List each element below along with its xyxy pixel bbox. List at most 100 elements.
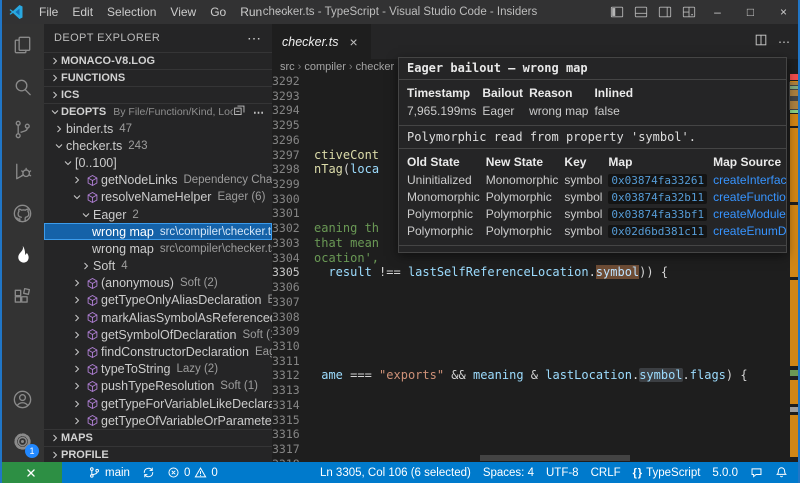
tree-item-gettypeforvariablelikedeclaration[interactable]: getTypeForVariableLikeDeclaration... [44,395,272,412]
line-number: 3293 [272,89,314,104]
tree-item-binder-ts[interactable]: binder.ts47 [44,120,272,137]
tree-item-label: pushTypeResolution [101,379,214,393]
editor-more-actions-icon[interactable]: ⋯ [778,35,790,49]
eol-status[interactable]: CRLF [585,462,627,483]
tree-item-soft[interactable]: Soft4 [44,258,272,275]
map-source-link[interactable]: createFunctionDeclaration [713,190,787,204]
token: result [328,265,371,279]
tab-close-icon[interactable]: × [347,34,361,50]
toggle-panel-icon[interactable] [629,0,653,24]
line-number: 3292 [272,74,314,89]
tree-item-label: wrong map [92,242,154,256]
search-icon[interactable] [0,66,44,108]
map-address[interactable]: 0x03874fa33bf1 [608,208,707,221]
tab-checker-ts[interactable]: checker.ts × [272,24,371,59]
explorer-icon[interactable] [0,24,44,66]
collapse-all-icon[interactable] [233,104,246,120]
tree-item-wrong-map[interactable]: wrong mapsrc\compiler\checker.ts:348... [44,240,272,257]
horizontal-scrollbar[interactable] [480,455,630,461]
peek-maps-link[interactable]: Peek maps [407,251,467,253]
extensions-icon[interactable] [0,276,44,318]
cursor-position-status[interactable]: Ln 3305, Col 106 (6 selected) [314,462,477,483]
tree-item-label: Soft [93,259,115,273]
remote-indicator[interactable] [0,462,62,483]
tree-item-anonymous[interactable]: (anonymous)Soft (2) [44,275,272,292]
deopt-explorer-icon[interactable] [0,234,44,276]
problems-status[interactable]: 0 0 [161,462,224,483]
tree-item-getnodelinks[interactable]: getNodeLinksDependency Change (1) [44,172,272,189]
menu-go[interactable]: Go [203,0,233,24]
map-source-link[interactable]: createEnumDeclaration [713,224,787,238]
tree-item-0-100[interactable]: [0..100] [44,154,272,171]
map-address[interactable]: 0x03874fa32b11 [608,191,707,204]
tree-item-markaliassymbolasreferenced[interactable]: markAliasSymbolAsReferencedEage... [44,309,272,326]
section-profile[interactable]: PROFILE [44,446,272,462]
tree-item-pushtyperesolution[interactable]: pushTypeResolutionSoft (1) [44,378,272,395]
accounts-icon[interactable] [0,378,44,420]
tab-label: checker.ts [282,35,339,49]
breadcrumb-item-checker[interactable]: checker [356,61,395,73]
menu-edit[interactable]: Edit [65,0,100,24]
tree-item-checker-ts[interactable]: checker.ts243 [44,137,272,154]
menu-selection[interactable]: Selection [100,0,163,24]
tree-item-gettypeofvariableorparameterorpr[interactable]: getTypeOfVariableOrParameterOrPr... [44,412,272,429]
line-number: 3300 [272,192,314,207]
source-control-icon[interactable] [0,108,44,150]
section-more-actions-icon[interactable]: ⋯ [253,106,264,119]
tree-item-wrong-map[interactable]: wrong mapsrc\compiler\checker.ts:330... [44,223,272,240]
language-status[interactable]: { } TypeScript [627,462,707,483]
tree-item-gettypeonlyaliasdeclaration[interactable]: getTypeOnlyAliasDeclarationEager (1) [44,292,272,309]
line-number: 3302 [272,221,314,236]
sidebar-more-actions-icon[interactable]: ⋯ [247,30,262,47]
toggle-secondary-sidebar-icon[interactable] [653,0,677,24]
breadcrumb-item-src[interactable]: src [280,61,295,73]
sync-status[interactable] [136,462,161,483]
settings-icon[interactable]: 1 [0,420,44,462]
menu-view[interactable]: View [163,0,203,24]
tree-item-getsymbolofdeclaration[interactable]: getSymbolOfDeclarationSoft (1) [44,326,272,343]
section-deopts[interactable]: DEOPTSBy File/Function/Kind, Location⋯ [44,103,272,120]
tree-item-label: checker.ts [66,139,122,153]
tree-item-findconstructordeclaration[interactable]: findConstructorDeclarationEager (1) [44,343,272,360]
minimize-button[interactable]: – [701,0,734,24]
map-address[interactable]: 0x02d6bd381c11 [608,225,707,238]
symbol-cube-icon [84,380,101,393]
line-number: 3310 [272,339,314,354]
section-monaco-v8-log[interactable]: MONACO-V8.LOG [44,52,272,69]
section-maps[interactable]: MAPS [44,429,272,446]
chevron-right-icon [70,294,84,306]
table-cell: symbol [564,189,608,206]
map-source-link[interactable]: createModuleDeclaration [713,207,787,221]
menu-file[interactable]: File [32,0,65,24]
branch-status[interactable]: main [82,462,136,483]
chevron-right-icon [70,363,84,375]
breadcrumb-item-compiler[interactable]: compiler [304,61,346,73]
close-button[interactable]: × [767,0,800,24]
split-editor-icon[interactable] [754,33,768,50]
menu-bar: FileEditSelectionViewGoRun⋯ [32,0,295,24]
customize-layout-icon[interactable] [677,0,701,24]
table-cell: symbol [564,223,608,240]
encoding-status[interactable]: UTF-8 [540,462,585,483]
indentation-status[interactable]: Spaces: 4 [477,462,540,483]
maximize-button[interactable]: □ [734,0,767,24]
table-header-map-source: Map Source [713,153,787,172]
feedback-status[interactable] [744,462,769,483]
extension-version-status[interactable]: 5.0.0 [706,462,744,483]
section-functions[interactable]: FUNCTIONS [44,69,272,86]
section-ics[interactable]: ICS [44,86,272,103]
tree-item-label: getSymbolOfDeclaration [101,328,236,342]
map-source-link[interactable]: createInterfaceDeclaration [713,173,787,187]
table-cell: createFunctionDeclaration [713,189,787,206]
tree-item-typetostring[interactable]: typeToStringLazy (2) [44,361,272,378]
tree-item-resolvenamehelper[interactable]: resolveNameHelperEager (6) [44,189,272,206]
run-debug-icon[interactable] [0,150,44,192]
table-cell: Polymorphic [486,223,565,240]
toggle-sidebar-icon[interactable] [605,0,629,24]
github-icon[interactable] [0,192,44,234]
status-bar-right: Ln 3305, Col 106 (6 selected) Spaces: 4 … [314,462,800,483]
map-address[interactable]: 0x03874fa33261 [608,174,707,187]
token: loca [350,162,379,176]
notifications-status[interactable] [769,462,794,483]
tree-item-eager[interactable]: Eager2 [44,206,272,223]
